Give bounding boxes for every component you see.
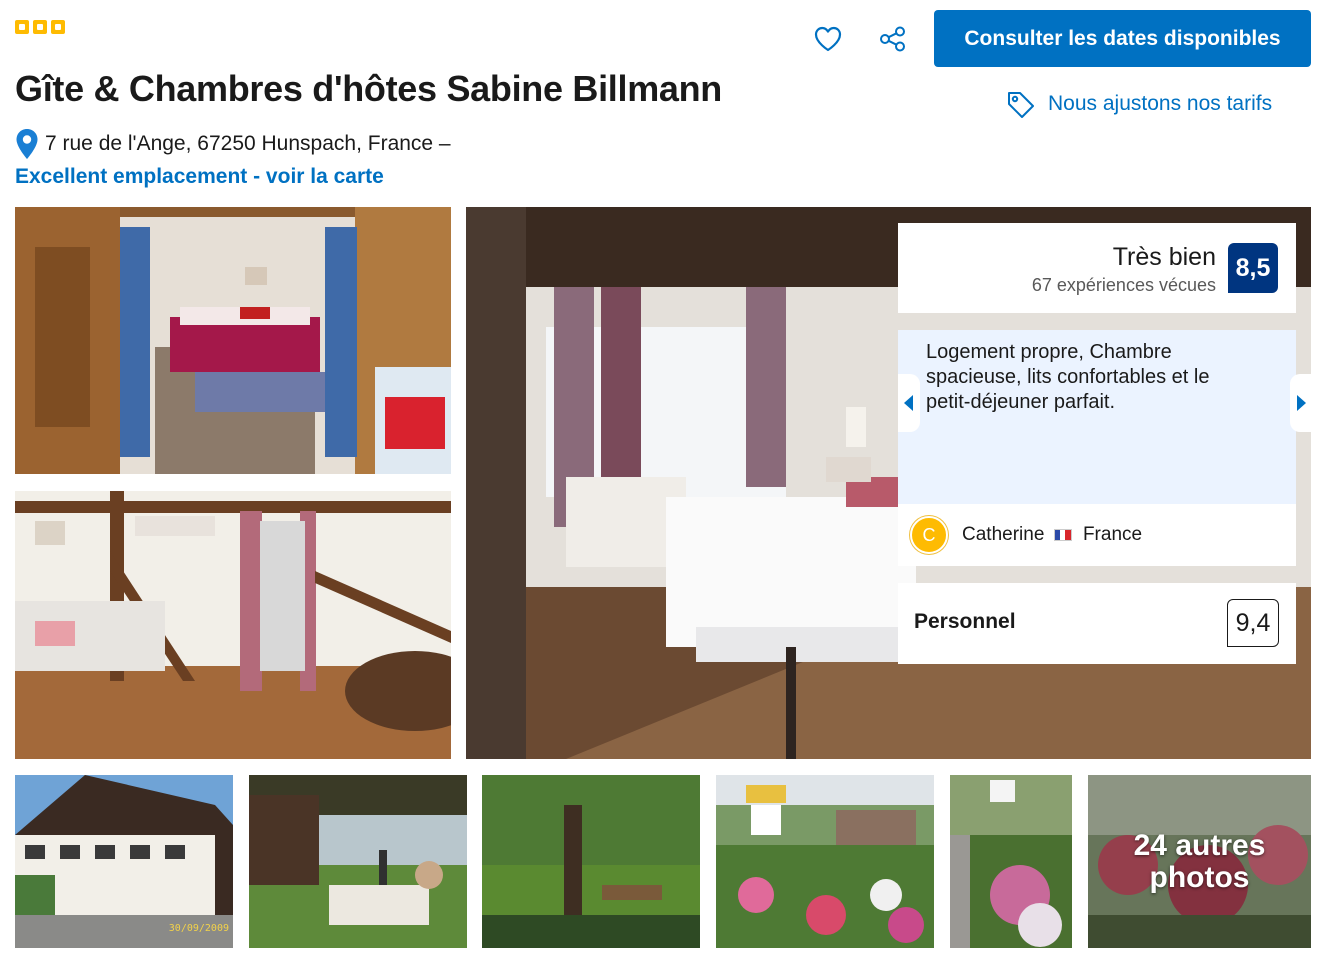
price-tag-icon: [1008, 92, 1034, 118]
star-icon: [33, 20, 47, 34]
check-availability-button[interactable]: Consulter les dates disponibles: [934, 10, 1311, 67]
photo-thumbnail-street-flowers[interactable]: [950, 775, 1072, 948]
staff-score-card: Personnel 9,4: [898, 583, 1296, 664]
share-icon: [880, 26, 905, 52]
location-pin-icon: [16, 129, 38, 159]
star-icon: [51, 20, 65, 34]
carousel-next-button[interactable]: [1290, 374, 1312, 432]
chevron-left-icon: [904, 395, 913, 411]
photo-image: [716, 775, 934, 948]
photo-thumbnail-tree[interactable]: [482, 775, 700, 948]
photo-image: [15, 207, 451, 474]
avatar: C: [910, 516, 948, 554]
photo-thumbnail-house[interactable]: 30/09/2009: [15, 775, 233, 948]
review-carousel: Logement propre, Chambre spacieuse, lits…: [898, 330, 1312, 566]
score-label: Très bien: [1112, 243, 1216, 271]
review-quote: Logement propre, Chambre spacieuse, lits…: [926, 341, 1210, 413]
carousel-prev-button[interactable]: [898, 374, 920, 432]
price-match-link[interactable]: Nous ajustons nos tarifs: [1006, 90, 1272, 118]
photo-thumbnail-garden-dinner[interactable]: [249, 775, 467, 948]
reviewer-name-country: Catherine France: [962, 524, 1142, 546]
photo-image: [950, 775, 1072, 948]
price-match-label: Nous ajustons nos tarifs: [1048, 92, 1273, 115]
address: 7 rue de l'Ange, 67250 Hunspach, France …: [15, 128, 451, 160]
date-stamp: 30/09/2009: [168, 923, 229, 934]
photo-thumbnail-more[interactable]: 24 autres photos: [1088, 775, 1311, 948]
favorite-button[interactable]: [811, 22, 845, 56]
heart-icon: [814, 26, 842, 52]
photo-living-room[interactable]: [15, 491, 451, 759]
more-photos-overlay[interactable]: 24 autres photos: [1088, 775, 1311, 948]
chevron-right-icon: [1297, 395, 1306, 411]
photo-bedroom-wardrobe[interactable]: [15, 207, 451, 474]
reviewer-country: France: [1082, 524, 1143, 545]
share-button[interactable]: [876, 22, 910, 56]
france-flag-icon: [1053, 528, 1072, 541]
address-text: 7 rue de l'Ange, 67250 Hunspach, France …: [45, 132, 451, 155]
photo-thumbnail-village-flowers[interactable]: [716, 775, 934, 948]
photo-image: [249, 775, 467, 948]
reviewer-info: C Catherine France: [898, 504, 1296, 566]
staff-score-badge: 9,4: [1227, 599, 1279, 647]
property-title: Gîte & Chambres d'hôtes Sabine Billmann: [15, 68, 722, 109]
map-link[interactable]: Excellent emplacement - voir la carte: [15, 165, 384, 189]
photo-image: [482, 775, 700, 948]
star-icon: [15, 20, 29, 34]
review-count: 67 expériences vécues: [1031, 275, 1216, 295]
reviewer-name: Catherine: [962, 524, 1045, 545]
star-rating: [15, 20, 65, 34]
score-badge: 8,5: [1228, 243, 1278, 293]
staff-label: Personnel: [914, 610, 1016, 633]
photo-image: [15, 491, 451, 759]
review-score-card[interactable]: Très bien 67 expériences vécues 8,5: [898, 223, 1296, 313]
